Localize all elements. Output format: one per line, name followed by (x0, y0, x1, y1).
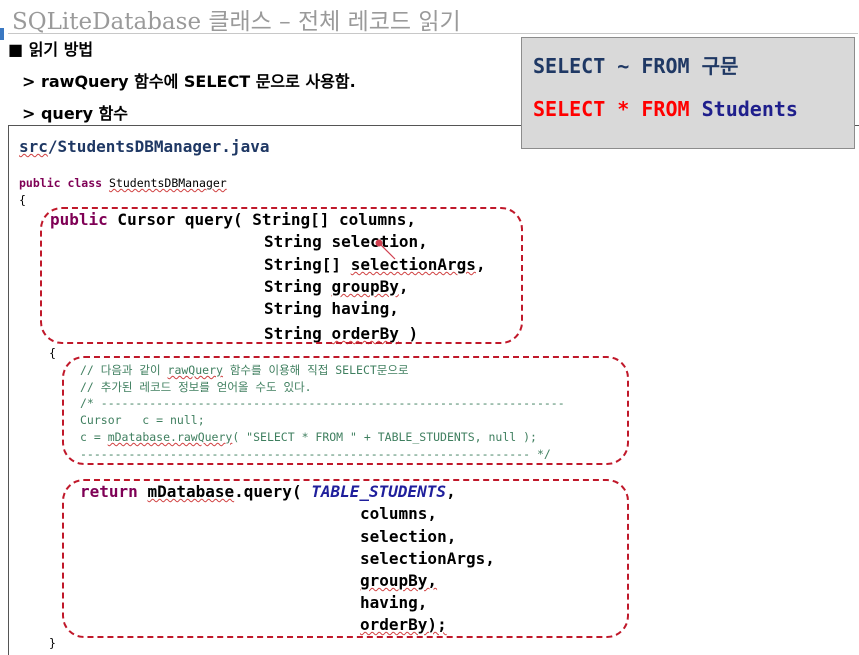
file-path-rest: /StudentsDBManager.java (47, 137, 270, 156)
class-brace-open: { (19, 193, 26, 207)
sql-callout-line2: SELECT * FROM Students (533, 97, 798, 121)
bullet-query-function: > query 함수 (22, 104, 129, 123)
sql-star: * (617, 97, 630, 121)
sql-select-keyword: SELECT (533, 97, 606, 121)
slide-title-text: SQLiteDatabase 클래스 – 전체 레코드 읽기 (12, 9, 461, 35)
bullet-rawquery: > rawQuery 함수에 SELECT 문으로 사용함. (22, 72, 356, 91)
method-brace-close: } (49, 636, 56, 650)
method-brace-open: { (49, 346, 56, 360)
sql-callout-line1: SELECT ~ FROM 구문 (533, 54, 739, 78)
sql-table-name: Students (701, 97, 798, 121)
class-declaration: public class StudentsDBManager (19, 176, 227, 190)
class-name: StudentsDBManager (109, 176, 227, 190)
sql-callout-box: SELECT ~ FROM 구문 SELECT * FROM Students (521, 37, 855, 149)
return-highlight (62, 479, 629, 638)
file-path: src/StudentsDBManager.java (19, 137, 269, 156)
sql-from-keyword: FROM (641, 97, 690, 121)
bullet-heading: ■ 읽기 방법 (8, 40, 94, 59)
slide-title: SQLiteDatabase 클래스 – 전체 레코드 읽기 (12, 2, 461, 36)
signature-highlight (40, 207, 523, 344)
comment-highlight (62, 356, 629, 465)
class-keywords: public class (19, 176, 110, 190)
file-path-src: src (19, 137, 48, 156)
blue-marker (0, 28, 4, 40)
title-underline (8, 33, 858, 34)
